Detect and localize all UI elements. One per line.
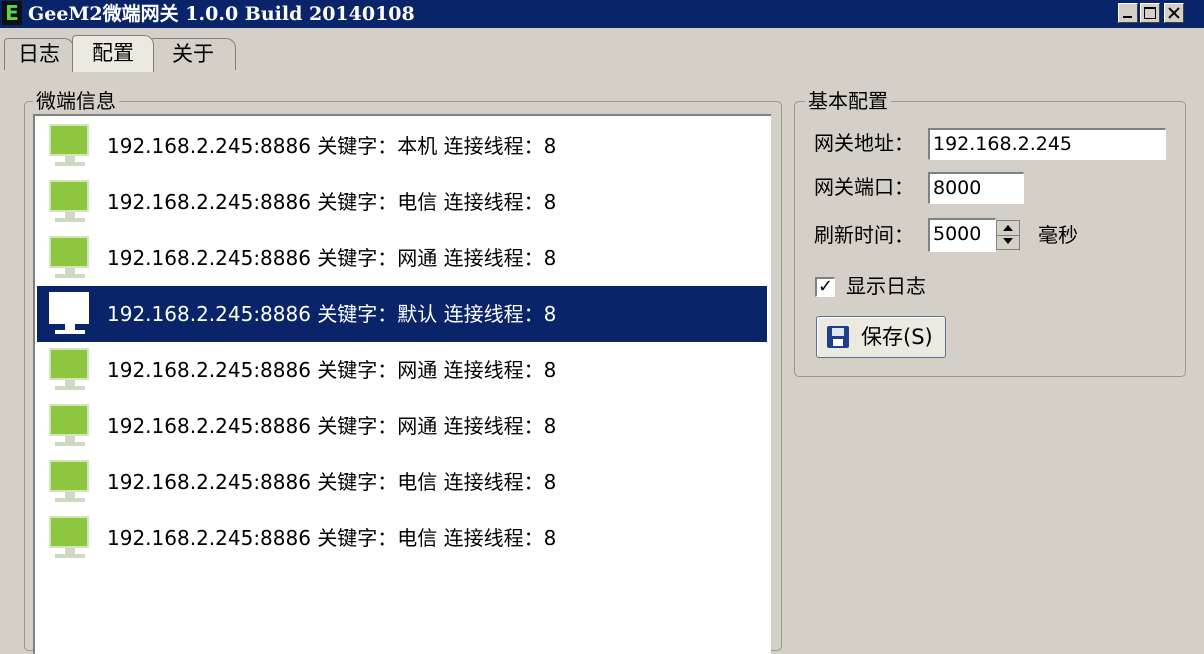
group-title: 微端信息 [33, 89, 119, 113]
list-item[interactable]: 192.168.2.245:8886 关键字：电信 连接线程：8 [37, 454, 767, 510]
list-item-text: 192.168.2.245:8886 关键字：电信 连接线程：8 [107, 526, 557, 550]
list-item[interactable]: 192.168.2.245:8886 关键字：网通 连接线程：8 [37, 398, 767, 454]
minimize-button[interactable] [1118, 3, 1138, 23]
list-item-text: 192.168.2.245:8886 关键字：网通 连接线程：8 [107, 358, 557, 382]
micro-client-list[interactable]: 192.168.2.245:8886 关键字：本机 连接线程：8 192.168… [33, 114, 771, 654]
gateway-address-label: 网关地址： [814, 131, 914, 155]
list-item-text: 192.168.2.245:8886 关键字：本机 连接线程：8 [107, 134, 557, 158]
list-item-text: 192.168.2.245:8886 关键字：默认 连接线程：8 [107, 302, 557, 326]
title-bar: E GeeM2微端网关 1.0.0 Build 20140108 [0, 0, 1204, 28]
refresh-time-spinner[interactable] [996, 220, 1020, 250]
monitor-icon [47, 236, 93, 282]
floppy-disk-icon [827, 326, 849, 348]
monitor-icon [47, 124, 93, 170]
tab-log[interactable]: 日志 [4, 38, 74, 70]
save-button-label: 保存(S) [861, 325, 933, 349]
app-icon: E [2, 1, 22, 25]
list-item-selected[interactable]: 192.168.2.245:8886 关键字：默认 连接线程：8 [37, 286, 767, 342]
gateway-port-input[interactable]: 8000 [928, 172, 1024, 204]
spin-down-icon[interactable] [997, 235, 1019, 249]
refresh-time-unit: 毫秒 [1038, 223, 1078, 247]
list-item[interactable]: 192.168.2.245:8886 关键字：电信 连接线程：8 [37, 510, 767, 566]
monitor-icon [47, 460, 93, 506]
list-item[interactable]: 192.168.2.245:8886 关键字：网通 连接线程：8 [37, 230, 767, 286]
refresh-time-input[interactable]: 5000 [928, 218, 996, 252]
monitor-icon [47, 180, 93, 226]
list-item[interactable]: 192.168.2.245:8886 关键字：电信 连接线程：8 [37, 174, 767, 230]
spin-up-icon[interactable] [997, 221, 1019, 236]
list-item-text: 192.168.2.245:8886 关键字：电信 连接线程：8 [107, 190, 557, 214]
list-item-text: 192.168.2.245:8886 关键字：电信 连接线程：8 [107, 470, 557, 494]
tab-config[interactable]: 配置 [72, 35, 154, 72]
list-item-text: 192.168.2.245:8886 关键字：网通 连接线程：8 [107, 414, 557, 438]
list-item[interactable]: 192.168.2.245:8886 关键字：网通 连接线程：8 [37, 342, 767, 398]
close-button[interactable] [1164, 3, 1184, 23]
list-item-text: 192.168.2.245:8886 关键字：网通 连接线程：8 [107, 246, 557, 270]
show-log-label[interactable]: 显示日志 [846, 271, 926, 301]
monitor-icon [47, 292, 93, 338]
monitor-icon [47, 348, 93, 394]
maximize-button[interactable] [1140, 3, 1160, 23]
tab-about[interactable]: 关于 [150, 38, 236, 70]
refresh-time-label: 刷新时间： [814, 223, 914, 247]
show-log-checkbox[interactable]: ✓ [815, 277, 835, 297]
monitor-icon [47, 516, 93, 562]
list-item[interactable]: 192.168.2.245:8886 关键字：本机 连接线程：8 [37, 118, 767, 174]
save-button[interactable]: 保存(S) [816, 316, 946, 358]
gateway-address-input[interactable]: 192.168.2.245 [928, 128, 1166, 160]
window-title: GeeM2微端网关 1.0.0 Build 20140108 [28, 3, 415, 25]
gateway-port-label: 网关端口： [814, 175, 914, 199]
tab-strip: 日志 关于 配置 [0, 28, 1204, 72]
monitor-icon [47, 404, 93, 450]
group-title: 基本配置 [805, 89, 891, 113]
